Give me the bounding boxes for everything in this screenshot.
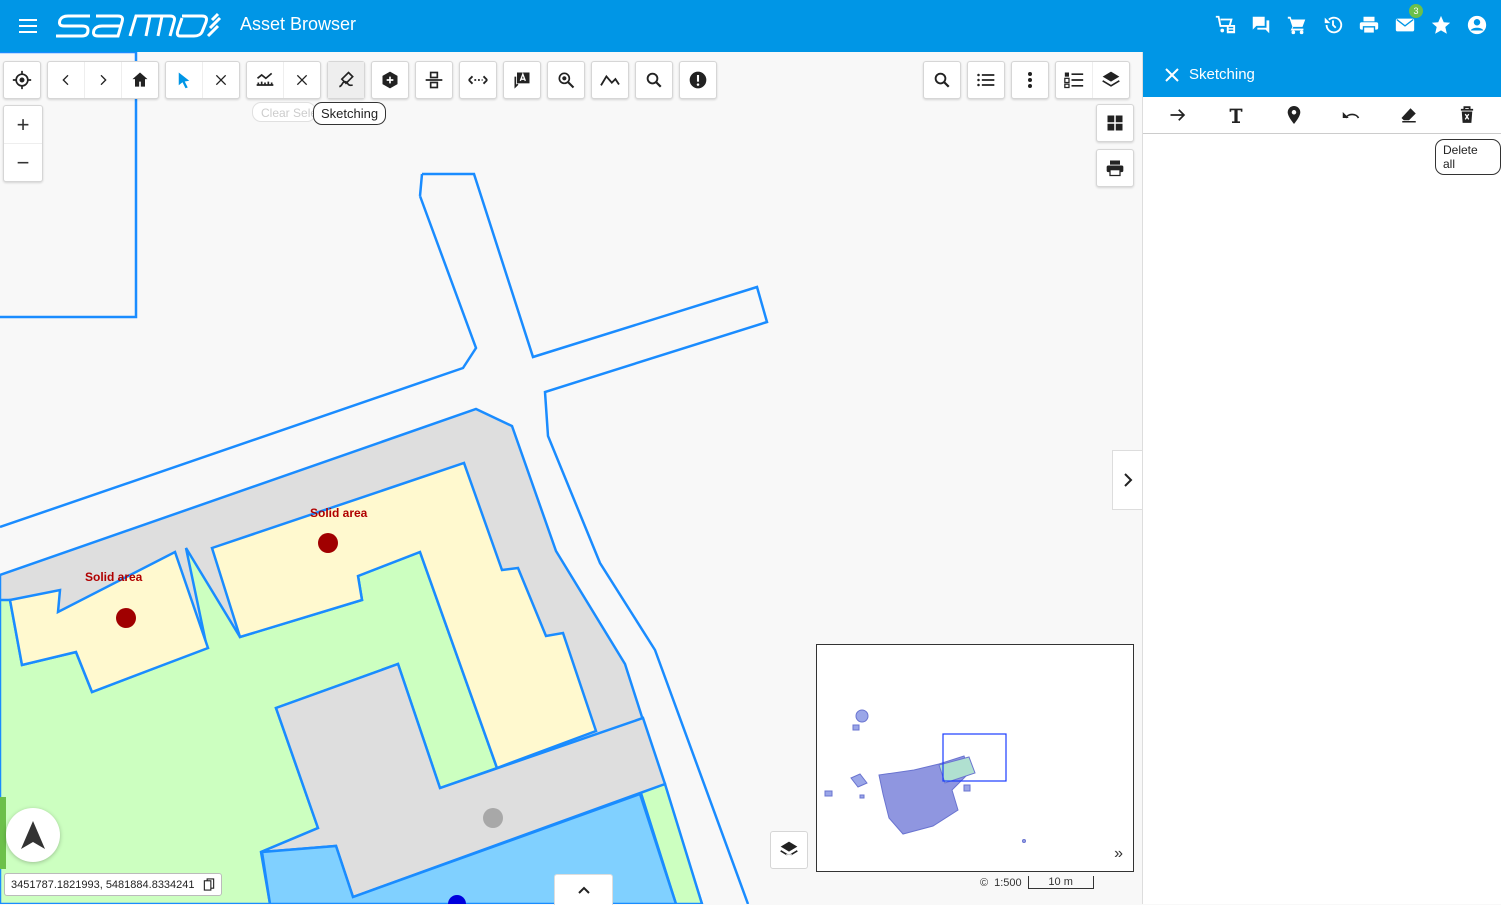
add-object-icon[interactable]	[372, 62, 408, 98]
chevron-right-icon	[1124, 473, 1133, 487]
scale-bar: 10 m	[1027, 876, 1094, 889]
zoom-controls: + −	[3, 105, 43, 182]
copy-icon[interactable]	[203, 878, 215, 891]
close-panel-icon[interactable]	[1165, 67, 1179, 82]
chevron-left-icon[interactable]	[48, 62, 84, 98]
chevron-right-icon[interactable]	[84, 62, 121, 98]
coordinates-value: 3451787.1821993, 5481884.8334241	[11, 878, 195, 891]
overview-expand-button[interactable]: »	[1114, 845, 1123, 863]
sketching-panel-title: Sketching	[1189, 66, 1255, 83]
overview-map[interactable]: »	[816, 644, 1134, 872]
split-tool-icon[interactable]	[416, 62, 452, 98]
map-right-toolbar	[923, 61, 1130, 99]
expand-panel-button[interactable]	[1112, 450, 1144, 510]
search-icon[interactable]	[636, 62, 672, 98]
select-pointer-icon[interactable]	[166, 62, 202, 98]
north-arrow-icon	[21, 821, 45, 849]
map-point-grey	[483, 808, 503, 828]
overview-features	[824, 709, 1026, 843]
print-icon[interactable]	[1355, 10, 1383, 40]
text-annotation-icon[interactable]	[504, 62, 540, 98]
scale-display: © 1:500 10 m	[980, 876, 1094, 889]
clear-measure-close-icon[interactable]	[283, 62, 320, 98]
overview-feature-f	[963, 784, 971, 792]
more-vertical-icon[interactable]	[1012, 62, 1048, 98]
delete-all-icon[interactable]	[1450, 98, 1484, 132]
eraser-icon[interactable]	[1392, 98, 1426, 132]
chevron-up-icon	[577, 886, 590, 894]
clear-selection-ghost-label: Clear Selection	[252, 102, 316, 122]
map-point-left	[116, 608, 136, 628]
distance-icon[interactable]	[460, 62, 496, 98]
cart-list-icon[interactable]	[1211, 10, 1239, 40]
map-pin-icon[interactable]	[1277, 98, 1311, 132]
overview-green-patch	[938, 756, 976, 784]
map-toolbar	[3, 61, 717, 99]
overview-feature-e	[859, 794, 865, 799]
compass-button[interactable]	[6, 808, 60, 862]
grid-view-button	[1096, 104, 1134, 142]
measure-icon[interactable]	[247, 62, 283, 98]
list-icon[interactable]	[968, 62, 1004, 98]
undo-icon[interactable]	[1334, 98, 1368, 132]
zoom-out-button[interactable]: −	[4, 143, 42, 181]
clear-selection-close-icon[interactable]	[202, 62, 239, 98]
overview-feature-c	[850, 773, 868, 788]
profile-line-icon[interactable]	[592, 62, 628, 98]
layer-switcher-button[interactable]	[770, 831, 808, 869]
chat-icon[interactable]	[1247, 10, 1275, 40]
overview-feature-g	[1022, 839, 1026, 843]
mail-badge: 3	[1409, 4, 1423, 18]
legend-list-icon[interactable]	[1056, 62, 1092, 98]
sketching-tools	[1143, 97, 1501, 134]
copyright-symbol: ©	[980, 876, 989, 889]
home-icon[interactable]	[121, 62, 158, 98]
bottom-drawer-toggle[interactable]	[554, 874, 613, 905]
app-title: Asset Browser	[240, 14, 357, 34]
sketching-tooltip: Sketching	[313, 102, 387, 125]
map-point-right	[318, 533, 338, 553]
map-label-left: Solid area	[85, 570, 143, 584]
layers-stack-icon	[780, 841, 798, 858]
overview-feature-a	[855, 709, 869, 723]
overview-feature-d	[824, 790, 833, 797]
locate-icon[interactable]	[4, 62, 40, 98]
sketching-panel-header: Sketching	[1143, 52, 1501, 97]
hamburger-menu-icon[interactable]	[14, 12, 42, 40]
star-icon[interactable]	[1427, 10, 1455, 40]
zoom-search-icon[interactable]	[548, 62, 584, 98]
sketching-panel: Sketching	[1142, 52, 1501, 904]
print-map-icon[interactable]	[1097, 150, 1133, 186]
alert-icon[interactable]	[680, 62, 716, 98]
samo-logo	[56, 12, 222, 38]
sketching-icon[interactable]	[328, 62, 364, 98]
print-map-button	[1096, 149, 1134, 187]
cart-icon[interactable]	[1283, 10, 1311, 40]
delete-all-tooltip: Delete all	[1435, 139, 1501, 175]
scale-ratio: 1:500	[994, 876, 1022, 889]
map-label-right: Solid area	[310, 506, 368, 520]
search-map-icon[interactable]	[924, 62, 960, 98]
mail-icon[interactable]: 3	[1391, 4, 1423, 40]
layers-icon[interactable]	[1092, 62, 1129, 98]
zoom-in-button[interactable]: +	[4, 106, 42, 143]
arrow-right-icon[interactable]	[1161, 98, 1195, 132]
coordinates-display: 3451787.1821993, 5481884.8334241	[4, 873, 222, 896]
top-bar: Asset Browser 3	[0, 0, 1501, 52]
account-icon[interactable]	[1463, 10, 1491, 40]
history-icon[interactable]	[1319, 10, 1347, 40]
grid-view-icon[interactable]	[1097, 105, 1133, 141]
text-tool-icon[interactable]	[1219, 98, 1253, 132]
overview-feature-b	[852, 724, 860, 731]
